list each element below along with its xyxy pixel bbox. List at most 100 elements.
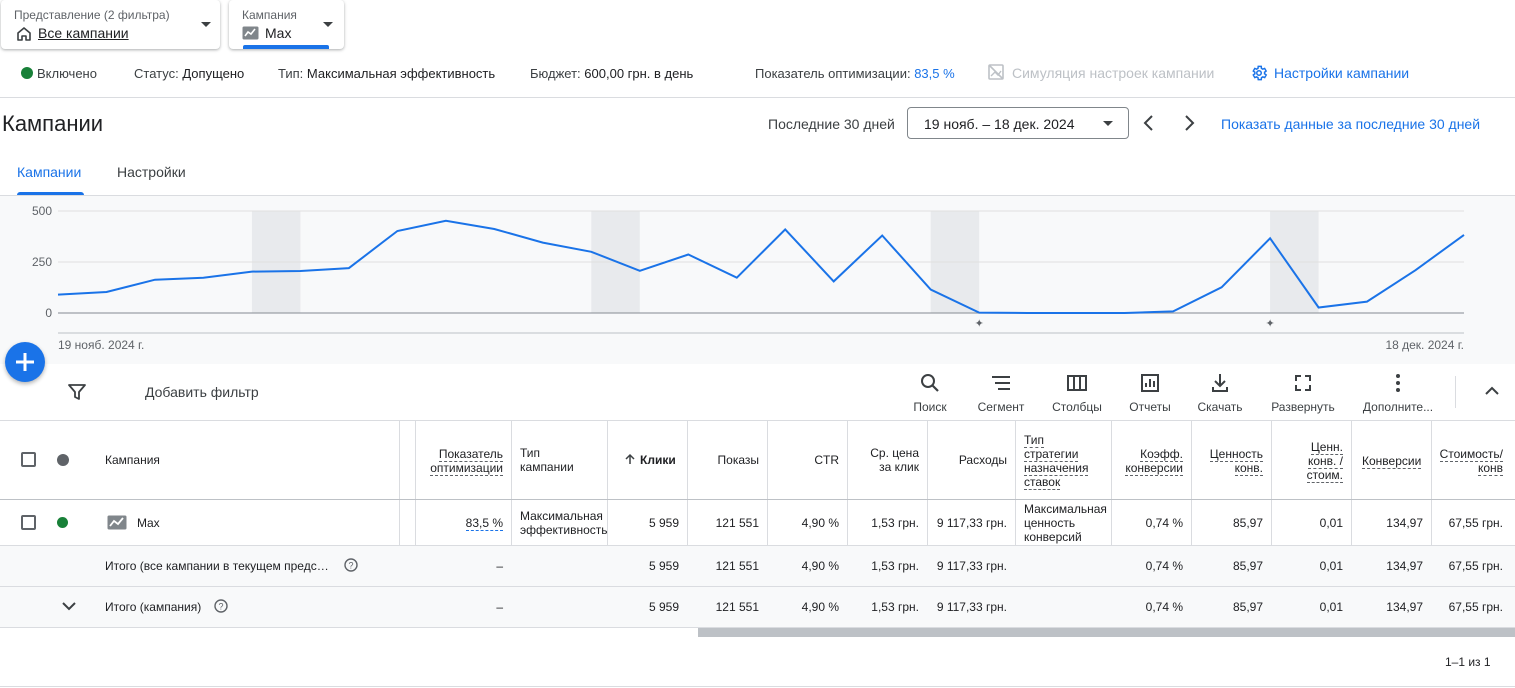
enabled-status[interactable]: Включено xyxy=(37,66,97,81)
more-label: Дополните... xyxy=(1362,400,1434,414)
annotation-marker-icon: ✦ xyxy=(1265,317,1274,330)
campaign-filter-label: Кампания xyxy=(242,8,297,22)
total-campaign-conv-rate: 0,74 % xyxy=(1145,600,1183,614)
page-title: Кампании xyxy=(2,111,104,136)
view-filter-card[interactable]: Представление (2 фильтра) Все кампании xyxy=(1,0,220,49)
conv-rate-value: 0,74 % xyxy=(1145,516,1183,530)
view-filter-value[interactable]: Все кампании xyxy=(38,25,129,41)
plus-icon xyxy=(16,353,34,371)
chevron-down-icon xyxy=(1103,121,1113,126)
col-conv-value-cost[interactable]: Ценн. конв. / стоим. xyxy=(1274,440,1343,483)
select-all-checkbox[interactable] xyxy=(21,452,36,467)
reports-icon xyxy=(1141,374,1159,392)
divider xyxy=(0,97,1515,98)
col-ctr[interactable]: CTR xyxy=(770,453,839,467)
campaign-settings-link[interactable]: Настройки кампании xyxy=(1274,65,1409,81)
optimization-score-value[interactable]: 83,5 % xyxy=(418,516,503,531)
total-all-conv-value: 85,97 xyxy=(1232,559,1263,573)
status-column-icon xyxy=(57,454,69,466)
campaign-type-icon xyxy=(242,26,259,40)
date-range-picker[interactable]: 19 нояб. – 18 дек. 2024 xyxy=(907,107,1129,139)
y-tick-label: 250 xyxy=(32,255,52,269)
columns-label: Столбцы xyxy=(1052,400,1102,414)
enabled-status-dot[interactable] xyxy=(57,517,68,528)
campaign-name-link[interactable]: Max xyxy=(137,516,160,530)
total-all-cost: 9 117,33 грн. xyxy=(936,559,1007,573)
expand-button[interactable]: Развернуть xyxy=(1264,370,1342,414)
tab-campaigns[interactable]: Кампании xyxy=(17,164,81,180)
col-bid-strategy-type[interactable]: Тип стратегии назначения ставок xyxy=(1024,433,1089,490)
total-campaign-value-cost: 0,01 xyxy=(1319,600,1343,614)
segment-icon xyxy=(992,376,1010,390)
col-optimization-score[interactable]: Показатель оптимизации xyxy=(418,447,503,476)
chevron-down-icon[interactable] xyxy=(61,600,77,612)
total-all-cost-per-conv: 67,55 грн. xyxy=(1448,559,1503,573)
add-filter-button[interactable]: Добавить фильтр xyxy=(145,384,259,400)
total-campaign-cpc: 1,53 грн. xyxy=(871,600,919,614)
col-conversions[interactable]: Конверсии xyxy=(1362,454,1422,469)
y-tick-label: 500 xyxy=(32,204,52,218)
view-filter-label: Представление (2 фильтра) xyxy=(14,8,170,22)
col-avg-cpc[interactable]: Ср. цена за клик xyxy=(850,446,919,474)
campaign-type-icon xyxy=(107,515,127,530)
tab-settings[interactable]: Настройки xyxy=(117,164,186,180)
segment-label: Сегмент xyxy=(977,400,1025,414)
col-campaign[interactable]: Кампания xyxy=(105,453,160,467)
download-button[interactable]: Скачать xyxy=(1192,370,1248,414)
more-button[interactable]: Дополните... xyxy=(1358,370,1438,414)
cost-per-conv-value: 67,55 грн. xyxy=(1448,516,1503,530)
total-campaign-impressions: 121 551 xyxy=(715,600,759,614)
reports-button[interactable]: Отчеты xyxy=(1124,370,1176,414)
avg-cpc-value: 1,53 грн. xyxy=(871,516,919,530)
columns-icon xyxy=(1067,375,1087,391)
more-vert-icon xyxy=(1396,374,1400,392)
add-campaign-button[interactable] xyxy=(5,342,45,382)
download-icon xyxy=(1212,374,1228,392)
total-campaign-conv-value: 85,97 xyxy=(1232,600,1263,614)
campaign-type: Тип: Максимальная эффективность xyxy=(278,66,496,81)
enabled-dot xyxy=(21,67,33,79)
col-campaign-type[interactable]: Тип кампании xyxy=(520,446,574,474)
total-all-impressions: 121 551 xyxy=(715,559,759,573)
col-conv-value[interactable]: Ценность конв. xyxy=(1194,447,1263,476)
col-clicks[interactable]: Клики xyxy=(624,453,676,467)
columns-button[interactable]: Столбцы xyxy=(1047,370,1107,414)
help-icon[interactable]: ? xyxy=(214,599,228,613)
row-checkbox[interactable] xyxy=(21,515,36,530)
chevron-down-icon xyxy=(201,22,211,27)
optimization-score[interactable]: Показатель оптимизации: 83,5 % xyxy=(755,66,955,81)
col-cost-per-conv[interactable]: Стоимость/конв xyxy=(1434,447,1503,476)
simulation-link: Симуляция настроек кампании xyxy=(1012,65,1215,81)
horizontal-scrollbar[interactable] xyxy=(698,628,1515,637)
total-campaign-opt: – xyxy=(496,600,503,614)
total-all-label: Итого (все кампании в текущем предс… xyxy=(105,559,329,573)
total-all-clicks: 5 959 xyxy=(648,559,679,573)
previous-period-icon[interactable] xyxy=(1141,114,1157,132)
approval-status: Статус: Допущено xyxy=(134,66,245,81)
total-all-conversions: 134,97 xyxy=(1386,559,1423,573)
collapse-icon[interactable] xyxy=(1483,384,1501,398)
chevron-down-icon xyxy=(323,22,333,27)
expand-label: Развернуть xyxy=(1271,400,1335,414)
active-indicator xyxy=(243,45,329,49)
cost-value: 9 117,33 грн. xyxy=(936,516,1007,530)
divider xyxy=(0,499,1515,500)
col-cost[interactable]: Расходы xyxy=(930,453,1007,467)
filter-icon[interactable] xyxy=(68,383,86,401)
total-all-cpc: 1,53 грн. xyxy=(871,559,919,573)
fullscreen-icon xyxy=(1295,375,1311,391)
divider xyxy=(0,420,1515,421)
search-button[interactable]: Поиск xyxy=(905,370,955,414)
campaign-filter-card[interactable]: Кампания Max xyxy=(229,0,344,49)
toolbar-divider xyxy=(1455,376,1456,408)
segment-button[interactable]: Сегмент xyxy=(973,370,1029,414)
help-icon[interactable]: ? xyxy=(344,558,358,572)
bid-strategy-link[interactable]: Максимальная ценность конверсий xyxy=(1024,502,1107,544)
svg-text:?: ? xyxy=(348,561,353,571)
col-impressions[interactable]: Показы xyxy=(690,453,759,467)
col-conv-rate[interactable]: Коэфф. конверсии xyxy=(1114,447,1183,476)
show-last-30-days-link[interactable]: Показать данные за последние 30 дней xyxy=(1221,116,1480,132)
total-all-opt: – xyxy=(496,559,503,573)
budget[interactable]: Бюджет: 600,00 грн. в день xyxy=(530,66,693,81)
next-period-icon[interactable] xyxy=(1181,114,1197,132)
